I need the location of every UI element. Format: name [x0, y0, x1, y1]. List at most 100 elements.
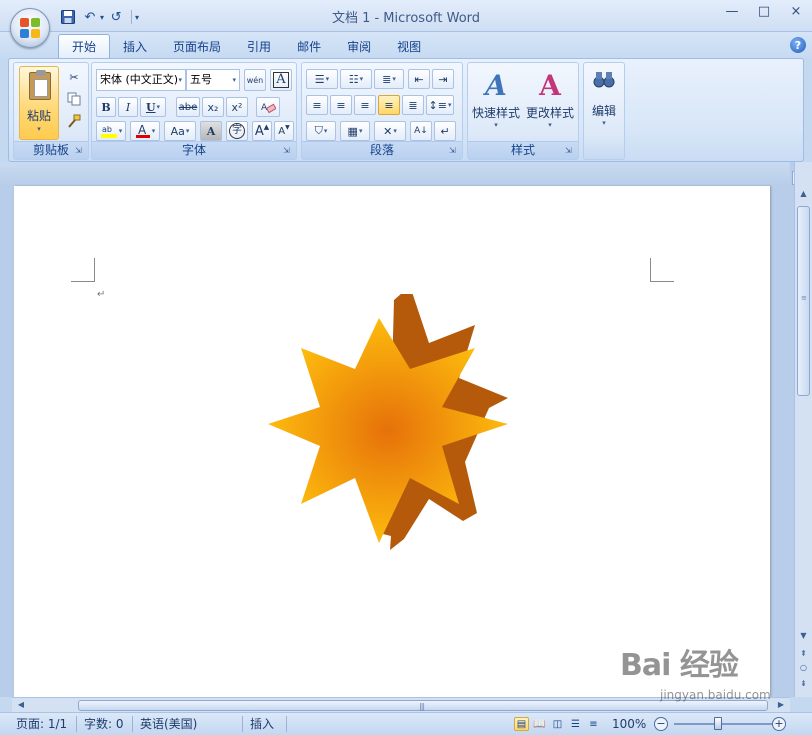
- borders-button[interactable]: ▦ ▾: [340, 121, 370, 141]
- highlight-button[interactable]: ab ▾: [96, 121, 126, 141]
- phonetic-icon: wén: [246, 75, 264, 85]
- align-center-button[interactable]: ≡: [330, 95, 352, 115]
- document-page[interactable]: ↵: [14, 186, 770, 697]
- tab-mailings[interactable]: 邮件: [284, 34, 334, 58]
- clipboard-icon: [29, 70, 51, 100]
- cut-button[interactable]: ✂: [64, 67, 84, 87]
- strikethrough-button[interactable]: abe: [176, 97, 200, 117]
- vertical-scrollbar[interactable]: ▲ ≡ ▼ ⇞ ○ ⇟: [794, 162, 812, 697]
- vertical-scroll-thumb[interactable]: ≡: [797, 206, 810, 396]
- grow-font-button[interactable]: A ▲: [252, 121, 272, 141]
- underline-button[interactable]: U ▾: [140, 97, 166, 117]
- status-bar: 页面: 1/1 字数: 0 英语(美国) 插入 ▤ 📖 ◫ ☰ ≡ 100% −…: [0, 712, 812, 735]
- font-name-field[interactable]: 宋体 (中文正文) ▾: [96, 69, 186, 91]
- paste-dropdown[interactable]: ▾: [20, 125, 58, 133]
- subscript-button[interactable]: x₂: [202, 97, 224, 117]
- tab-home[interactable]: 开始: [58, 34, 111, 58]
- web-layout-view-button[interactable]: ◫: [550, 717, 565, 731]
- paragraph-dialog-launcher[interactable]: ⇲: [449, 146, 459, 156]
- tab-references[interactable]: 引用: [234, 34, 284, 58]
- sort-button[interactable]: A↓: [410, 121, 432, 141]
- justify-button[interactable]: ≡: [378, 95, 400, 115]
- font-dialog-launcher[interactable]: ⇲: [283, 146, 293, 156]
- tab-insert[interactable]: 插入: [110, 34, 160, 58]
- scroll-left-button[interactable]: ◀: [14, 698, 28, 712]
- language-status[interactable]: 英语(美国): [140, 713, 197, 735]
- increase-indent-button[interactable]: ⇥: [432, 69, 454, 89]
- quick-styles-button[interactable]: A 快速样式 ▾: [470, 66, 522, 140]
- close-button[interactable]: ×: [780, 0, 812, 22]
- maximize-button[interactable]: □: [748, 0, 780, 22]
- enclose-chars-button[interactable]: 字: [226, 121, 248, 141]
- shrink-font-button[interactable]: A ▼: [274, 121, 294, 141]
- line-spacing-button[interactable]: ↕≡ ▾: [426, 95, 454, 115]
- zoom-in-button[interactable]: +: [772, 717, 786, 731]
- status-separator: [286, 716, 287, 732]
- show-marks-button[interactable]: ↵: [434, 121, 456, 141]
- outline-view-button[interactable]: ☰: [568, 717, 583, 731]
- change-styles-button[interactable]: A 更改样式 ▾: [524, 66, 576, 140]
- tab-page-layout[interactable]: 页面布局: [160, 34, 234, 58]
- clear-formatting-button[interactable]: A: [256, 97, 280, 117]
- font-group: 宋体 (中文正文) ▾ 五号 ▾ wén A B I U ▾ abe x₂ x² A …: [91, 62, 297, 160]
- font-size-field[interactable]: 五号 ▾: [186, 69, 240, 91]
- paragraph-group-label: 段落: [302, 141, 462, 159]
- print-layout-view-button[interactable]: ▤: [514, 717, 529, 731]
- align-left-icon: ≡: [312, 98, 322, 112]
- scroll-down-button[interactable]: ▼: [796, 628, 811, 644]
- paste-button[interactable]: 粘贴 ▾: [19, 66, 59, 140]
- distributed-button[interactable]: ≣: [402, 95, 424, 115]
- multilevel-list-button[interactable]: ≣ ▾: [374, 69, 404, 89]
- italic-button[interactable]: I: [118, 97, 138, 117]
- zoom-slider-thumb[interactable]: [714, 717, 722, 730]
- draft-view-button[interactable]: ≡: [586, 717, 601, 731]
- numbering-button[interactable]: ☷ ▾: [340, 69, 372, 89]
- quick-styles-dropdown-icon: ▾: [494, 121, 498, 129]
- quick-styles-icon: A: [485, 69, 507, 102]
- char-border-button[interactable]: A: [270, 69, 292, 91]
- chinese-layout-button[interactable]: ✕ ▾: [374, 121, 406, 141]
- clipboard-dialog-launcher[interactable]: ⇲: [75, 146, 85, 156]
- bullets-button[interactable]: ☰ ▾: [306, 69, 338, 89]
- zoom-slider-track[interactable]: [674, 723, 774, 725]
- font-group-label: 字体: [92, 141, 296, 159]
- ruler-strip: [0, 162, 790, 186]
- office-button[interactable]: [10, 8, 50, 48]
- full-screen-reading-button[interactable]: 📖: [532, 717, 547, 731]
- tab-view[interactable]: 视图: [384, 34, 434, 58]
- bold-button[interactable]: B: [96, 97, 116, 117]
- editing-button[interactable]: 编辑 ▾: [586, 66, 622, 140]
- change-case-button[interactable]: Aa ▾: [164, 121, 196, 141]
- change-case-icon: Aa: [170, 124, 185, 138]
- decrease-indent-button[interactable]: ⇤: [408, 69, 430, 89]
- word-count-status[interactable]: 字数: 0: [84, 713, 124, 735]
- scroll-right-button[interactable]: ▶: [774, 698, 788, 712]
- tab-review[interactable]: 审阅: [334, 34, 384, 58]
- char-shading-button[interactable]: A: [200, 121, 222, 141]
- zoom-level[interactable]: 100%: [612, 713, 646, 735]
- quick-styles-label: 快速样式: [471, 106, 520, 120]
- zoom-out-button[interactable]: −: [654, 717, 668, 731]
- minimize-button[interactable]: —: [716, 0, 748, 22]
- borders-icon: ▦: [347, 124, 358, 138]
- font-size-dropdown-icon: ▾: [232, 76, 236, 84]
- insert-mode-status[interactable]: 插入: [250, 713, 274, 735]
- eight-point-star-shape[interactable]: [254, 294, 524, 554]
- reading-icon: 📖: [533, 718, 546, 730]
- align-right-button[interactable]: ≡: [354, 95, 376, 115]
- scroll-up-button[interactable]: ▲: [796, 186, 811, 202]
- format-painter-button[interactable]: [64, 111, 84, 131]
- next-page-button[interactable]: ⇟: [796, 676, 811, 692]
- superscript-button[interactable]: x²: [226, 97, 248, 117]
- page-count-status[interactable]: 页面: 1/1: [16, 713, 67, 735]
- help-icon[interactable]: ?: [790, 37, 806, 53]
- select-browse-object-button[interactable]: ○: [796, 660, 811, 676]
- document-area: ↵ ⊞: [0, 162, 812, 697]
- grow-font-icon: A: [254, 123, 264, 139]
- phonetic-guide-button[interactable]: wén: [244, 69, 266, 91]
- copy-button[interactable]: [64, 89, 84, 109]
- shading-button[interactable]: ⛉ ▾: [306, 121, 336, 141]
- align-left-button[interactable]: ≡: [306, 95, 328, 115]
- font-color-button[interactable]: A ▾: [130, 121, 160, 141]
- styles-dialog-launcher[interactable]: ⇲: [565, 146, 575, 156]
